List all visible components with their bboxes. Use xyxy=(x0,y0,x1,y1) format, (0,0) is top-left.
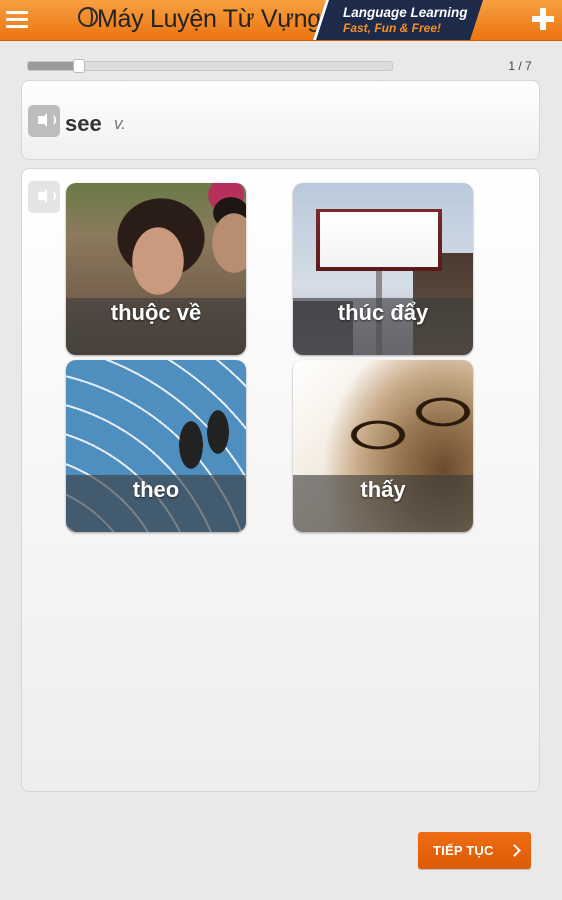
progress-handle[interactable] xyxy=(72,59,85,73)
speaker-icon xyxy=(38,189,56,203)
speaker-icon xyxy=(38,113,56,127)
continue-button[interactable]: TIẾP TỤC xyxy=(418,832,531,869)
globe-logo-icon xyxy=(78,7,98,27)
app-title: Máy Luyện Từ Vựng xyxy=(97,5,321,33)
choice-label: thuộc về xyxy=(66,298,246,355)
choice-card-2[interactable]: thúc đẩy xyxy=(293,183,473,355)
choice-card-3[interactable]: theo xyxy=(66,360,246,532)
badge-tagline: Fast, Fun & Free! xyxy=(343,21,442,35)
progress-bar xyxy=(27,59,393,73)
choice-label: thúc đẩy xyxy=(293,298,473,355)
app-header: Máy Luyện Từ Vựng Language Learning Fast… xyxy=(0,0,562,41)
play-word-audio-button[interactable] xyxy=(28,105,60,137)
play-choices-audio-button[interactable] xyxy=(28,181,60,213)
menu-icon[interactable] xyxy=(6,8,28,32)
choice-card-1[interactable]: thuộc về xyxy=(66,183,246,355)
continue-label: TIẾP TỤC xyxy=(433,843,494,858)
add-icon[interactable] xyxy=(532,8,554,30)
progress-counter: 1 / 7 xyxy=(508,59,532,73)
choice-label: theo xyxy=(66,475,246,532)
badge-title: Language Learning xyxy=(343,5,468,20)
choice-label: thấy xyxy=(293,475,473,532)
part-of-speech: v. xyxy=(114,114,126,133)
prompt-word: see xyxy=(65,111,102,136)
choice-card-4[interactable]: thấy xyxy=(293,360,473,532)
chevron-right-icon xyxy=(508,844,521,857)
progress-fill xyxy=(28,62,79,70)
